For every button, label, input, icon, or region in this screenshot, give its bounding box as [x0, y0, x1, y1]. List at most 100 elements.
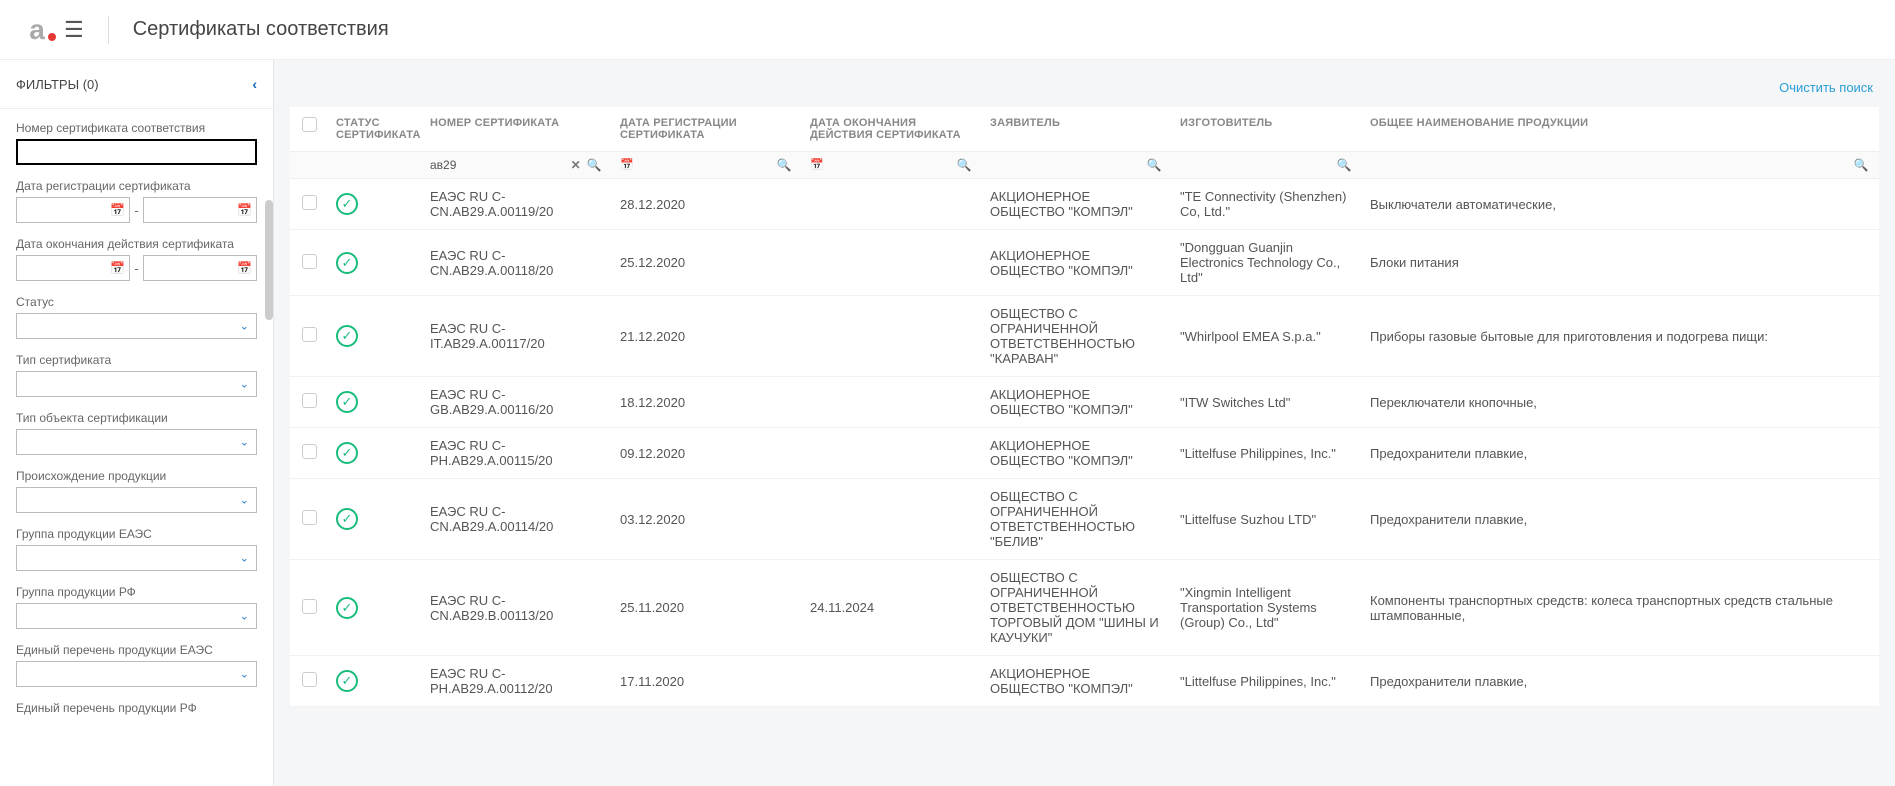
cell-reg-date: 28.12.2020 — [612, 179, 802, 230]
group-eaes-select[interactable] — [16, 545, 257, 571]
cell-manufacturer: "Littelfuse Philippines, Inc." — [1172, 428, 1362, 479]
cell-product: Компоненты транспортных средств: колеса … — [1362, 560, 1879, 656]
search-icon[interactable]: 🔍 — [1147, 158, 1162, 172]
row-checkbox[interactable] — [302, 393, 317, 408]
exp-date-label: Дата окончания действия сертификата — [16, 237, 257, 251]
exp-date-to-input[interactable] — [143, 255, 257, 281]
table-row[interactable]: ✓ ЕАЭС RU С-CN.АВ29.А.00118/20 25.12.202… — [290, 230, 1879, 296]
search-icon[interactable]: 🔍 — [1337, 158, 1352, 172]
table-row[interactable]: ✓ ЕАЭС RU С-CN.АВ29.А.00114/20 03.12.202… — [290, 479, 1879, 560]
col-manuf-header[interactable]: ИЗГОТОВИТЕЛЬ — [1172, 107, 1362, 152]
reg-date-to-input[interactable] — [143, 197, 257, 223]
cert-type-select[interactable] — [16, 371, 257, 397]
cell-exp-date — [802, 656, 982, 707]
status-ok-icon: ✓ — [336, 597, 358, 619]
unified-eaes-select[interactable] — [16, 661, 257, 687]
cell-applicant: ОБЩЕСТВО С ОГРАНИЧЕННОЙ ОТВЕТСТВЕННОСТЬЮ… — [982, 560, 1172, 656]
clear-filter-icon[interactable]: ✕ — [571, 158, 581, 172]
cell-reg-date: 17.11.2020 — [612, 656, 802, 707]
table-row[interactable]: ✓ ЕАЭС RU С-GB.АВ29.А.00116/20 18.12.202… — [290, 377, 1879, 428]
cell-product: Переключатели кнопочные, — [1362, 377, 1879, 428]
clear-search-link[interactable]: Очистить поиск — [290, 76, 1879, 107]
cell-number: ЕАЭС RU С-IT.АВ29.А.00117/20 — [422, 296, 612, 377]
group-rf-select[interactable] — [16, 603, 257, 629]
cell-number: ЕАЭС RU С-PH.АВ29.А.00115/20 — [422, 428, 612, 479]
cell-applicant: ОБЩЕСТВО С ОГРАНИЧЕННОЙ ОТВЕТСТВЕННОСТЬЮ… — [982, 296, 1172, 377]
col-number-header[interactable]: НОМЕР СЕРТИФИКАТА — [422, 107, 612, 152]
select-all-checkbox[interactable] — [302, 117, 317, 132]
cell-manufacturer: "ITW Switches Ltd" — [1172, 377, 1362, 428]
cell-manufacturer: "Whirlpool EMEA S.p.a." — [1172, 296, 1362, 377]
cell-reg-date: 18.12.2020 — [612, 377, 802, 428]
row-checkbox[interactable] — [302, 327, 317, 342]
cell-number: ЕАЭС RU С-CN.АВ29.А.00118/20 — [422, 230, 612, 296]
origin-label: Происхождение продукции — [16, 469, 257, 483]
filter-product-input[interactable] — [1370, 158, 1871, 172]
table-row[interactable]: ✓ ЕАЭС RU С-CN.АВ29.А.00119/20 28.12.202… — [290, 179, 1879, 230]
row-checkbox[interactable] — [302, 195, 317, 210]
cell-manufacturer: "Xingmin Intelligent Transportation Syst… — [1172, 560, 1362, 656]
unified-rf-label: Единый перечень продукции РФ — [16, 701, 257, 715]
cell-number: ЕАЭС RU С-CN.АВ29.А.00114/20 — [422, 479, 612, 560]
certificates-table: СТАТУС СЕРТИФИКАТА НОМЕР СЕРТИФИКАТА ДАТ… — [290, 107, 1879, 707]
group-rf-label: Группа продукции РФ — [16, 585, 257, 599]
logo-dot-icon — [48, 33, 56, 41]
table-row[interactable]: ✓ ЕАЭС RU С-IT.АВ29.А.00117/20 21.12.202… — [290, 296, 1879, 377]
exp-date-from-input[interactable] — [16, 255, 130, 281]
cell-applicant: АКЦИОНЕРНОЕ ОБЩЕСТВО "КОМПЭЛ" — [982, 179, 1172, 230]
status-label: Статус — [16, 295, 257, 309]
status-ok-icon: ✓ — [336, 325, 358, 347]
row-checkbox[interactable] — [302, 254, 317, 269]
col-reg-header[interactable]: ДАТА РЕГИСТРАЦИИ СЕРТИФИКАТА — [612, 107, 802, 152]
table-row[interactable]: ✓ ЕАЭС RU С-PH.АВ29.А.00115/20 09.12.202… — [290, 428, 1879, 479]
cell-product: Предохранители плавкие, — [1362, 479, 1879, 560]
filter-applicant-input[interactable] — [990, 158, 1164, 172]
col-exp-header[interactable]: ДАТА ОКОНЧАНИЯ ДЕЙСТВИЯ СЕРТИФИКАТА — [802, 107, 982, 152]
col-status-header[interactable]: СТАТУС СЕРТИФИКАТА — [328, 107, 422, 152]
calendar-icon[interactable]: 📅 — [810, 158, 824, 171]
table-row[interactable]: ✓ ЕАЭС RU С-CN.АВ29.В.00113/20 25.11.202… — [290, 560, 1879, 656]
menu-icon[interactable]: ☰ — [64, 17, 84, 43]
row-checkbox[interactable] — [302, 672, 317, 687]
row-checkbox[interactable] — [302, 599, 317, 614]
cert-type-label: Тип сертификата — [16, 353, 257, 367]
cert-number-input[interactable] — [16, 139, 257, 165]
cell-exp-date — [802, 479, 982, 560]
search-icon[interactable]: 🔍 — [777, 158, 792, 172]
reg-date-from-input[interactable] — [16, 197, 130, 223]
search-icon[interactable]: 🔍 — [957, 158, 972, 172]
col-product-header[interactable]: ОБЩЕЕ НАИМЕНОВАНИЕ ПРОДУКЦИИ — [1362, 107, 1879, 152]
cell-exp-date — [802, 296, 982, 377]
cell-manufacturer: "Littelfuse Philippines, Inc." — [1172, 656, 1362, 707]
sidebar-scrollbar[interactable] — [265, 200, 273, 320]
cell-manufacturer: "TE Connectivity (Shenzhen) Co, Ltd." — [1172, 179, 1362, 230]
cert-number-label: Номер сертификата соответствия — [16, 121, 257, 135]
origin-select[interactable] — [16, 487, 257, 513]
cell-applicant: АКЦИОНЕРНОЕ ОБЩЕСТВО "КОМПЭЛ" — [982, 656, 1172, 707]
search-icon[interactable]: 🔍 — [587, 158, 602, 172]
collapse-sidebar-icon[interactable]: ‹ — [252, 76, 257, 92]
cell-exp-date — [802, 230, 982, 296]
status-ok-icon: ✓ — [336, 391, 358, 413]
cell-exp-date — [802, 428, 982, 479]
status-select[interactable] — [16, 313, 257, 339]
status-ok-icon: ✓ — [336, 442, 358, 464]
cell-reg-date: 09.12.2020 — [612, 428, 802, 479]
calendar-icon[interactable]: 📅 — [620, 158, 634, 171]
cell-product: Выключатели автоматические, — [1362, 179, 1879, 230]
table-row[interactable]: ✓ ЕАЭС RU С-PH.АВ29.А.00112/20 17.11.202… — [290, 656, 1879, 707]
col-applicant-header[interactable]: ЗАЯВИТЕЛЬ — [982, 107, 1172, 152]
cell-number: ЕАЭС RU С-CN.АВ29.А.00119/20 — [422, 179, 612, 230]
object-type-select[interactable] — [16, 429, 257, 455]
cell-reg-date: 03.12.2020 — [612, 479, 802, 560]
row-checkbox[interactable] — [302, 444, 317, 459]
status-ok-icon: ✓ — [336, 193, 358, 215]
divider — [108, 16, 109, 44]
search-icon[interactable]: 🔍 — [1854, 158, 1869, 172]
page-title: Сертификаты соответствия — [133, 18, 389, 41]
table-header-row: СТАТУС СЕРТИФИКАТА НОМЕР СЕРТИФИКАТА ДАТ… — [290, 107, 1879, 152]
row-checkbox[interactable] — [302, 510, 317, 525]
cell-number: ЕАЭС RU С-CN.АВ29.В.00113/20 — [422, 560, 612, 656]
status-ok-icon: ✓ — [336, 252, 358, 274]
filter-manuf-input[interactable] — [1180, 158, 1354, 172]
